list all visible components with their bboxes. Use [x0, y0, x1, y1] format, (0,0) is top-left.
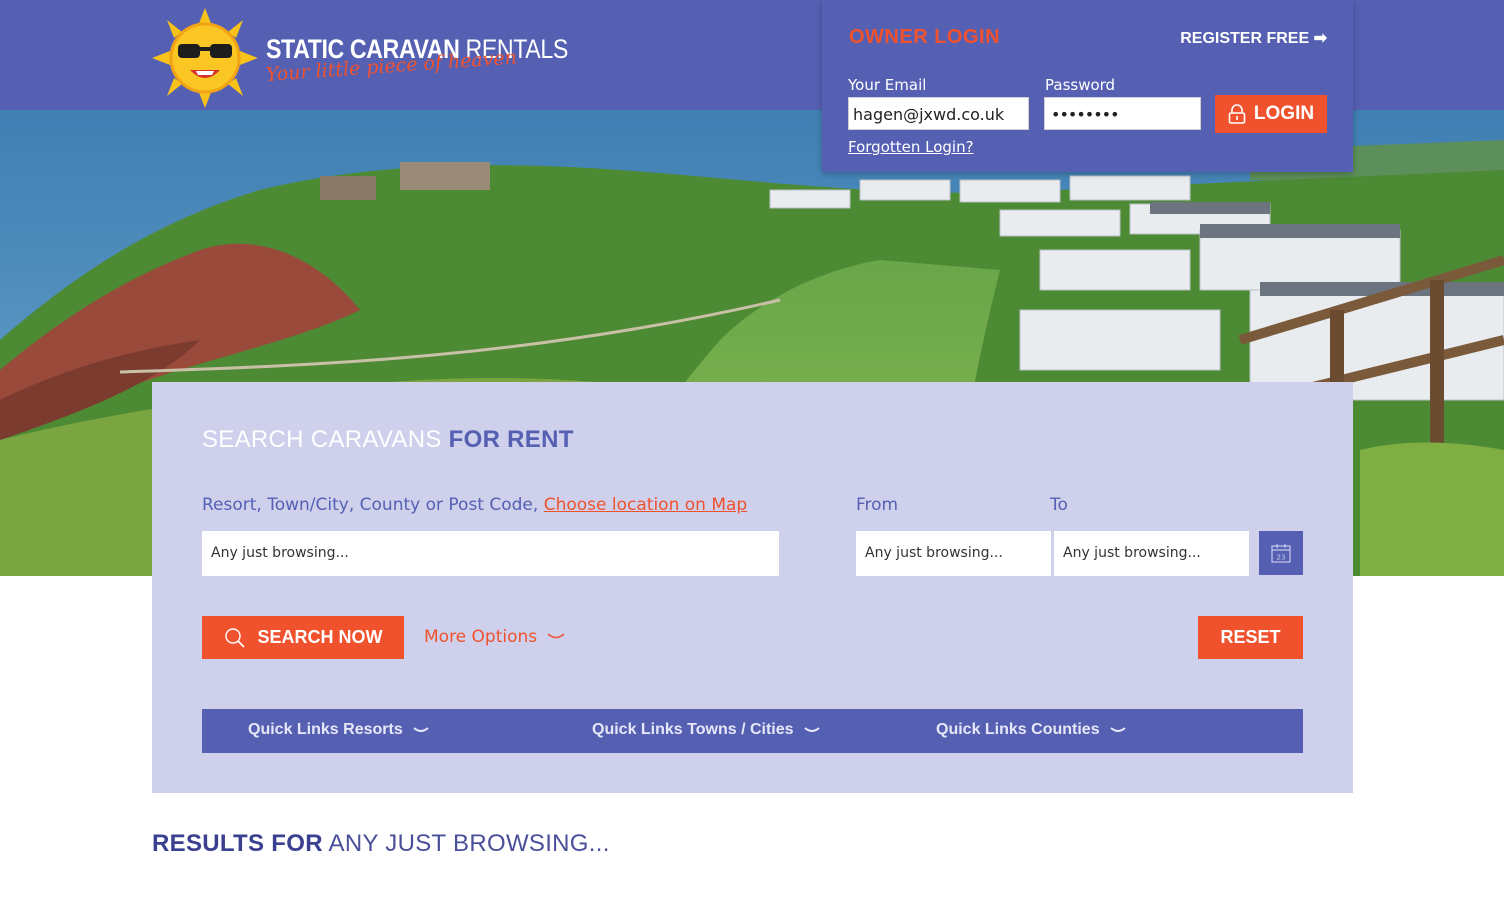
choose-location-map-link[interactable]: Choose location on Map	[544, 495, 747, 515]
chevron-down-icon	[413, 727, 429, 732]
search-panel: SEARCH CARAVANS FOR RENT Resort, Town/Ci…	[152, 382, 1353, 793]
from-label: From	[856, 495, 899, 515]
quick-links-towns-label: Quick Links Towns / Cities	[592, 721, 794, 738]
results-query: ANY JUST BROWSING...	[328, 830, 610, 857]
calendar-button[interactable]: 23	[1259, 531, 1303, 575]
lock-icon	[1228, 104, 1246, 124]
quick-links-bar: Quick Links Resorts Quick Links Towns / …	[202, 709, 1303, 753]
search-title: SEARCH CARAVANS FOR RENT	[202, 426, 574, 454]
quick-links-towns-cities[interactable]: Quick Links Towns / Cities	[592, 721, 820, 739]
calendar-day: 23	[1277, 554, 1286, 562]
owner-login-panel: OWNER LOGIN REGISTER FREE ➡ Your Email P…	[822, 0, 1353, 172]
register-free-link[interactable]: REGISTER FREE ➡	[1180, 28, 1327, 48]
to-label: To	[1050, 495, 1068, 515]
forgotten-login-link[interactable]: Forgotten Login?	[848, 138, 974, 156]
reset-button[interactable]: RESET	[1198, 616, 1303, 659]
page: STATIC CARAVAN RENTALS Your little piece…	[0, 0, 1504, 920]
results-prefix: RESULTS FOR	[152, 830, 323, 857]
search-icon	[224, 627, 245, 648]
email-field[interactable]: hagen@jxwd.co.uk	[848, 97, 1029, 130]
quick-links-counties[interactable]: Quick Links Counties	[936, 721, 1126, 739]
quick-links-counties-label: Quick Links Counties	[936, 721, 1100, 738]
chevron-down-icon	[547, 633, 565, 639]
login-button[interactable]: LOGIN	[1215, 95, 1327, 133]
quick-links-resorts[interactable]: Quick Links Resorts	[248, 721, 429, 739]
more-options-label: More Options	[424, 627, 538, 647]
search-title-accent: FOR RENT	[448, 426, 574, 453]
login-button-label: LOGIN	[1253, 103, 1315, 124]
password-field[interactable]: ••••••••	[1044, 97, 1201, 130]
sun-mascot-icon	[152, 8, 258, 108]
location-label: Resort, Town/City, County or Post Code, …	[202, 495, 747, 515]
from-date-input[interactable]: Any just browsing...	[856, 531, 1051, 576]
search-title-light: SEARCH CARAVANS	[202, 426, 442, 453]
email-label: Your Email	[848, 76, 927, 94]
location-label-text: Resort, Town/City, County or Post Code,	[202, 495, 539, 515]
chevron-down-icon	[1109, 727, 1126, 732]
site-logo[interactable]: STATIC CARAVAN RENTALS Your little piece…	[152, 8, 568, 108]
password-label: Password	[1045, 76, 1116, 94]
results-heading: RESULTS FOR ANY JUST BROWSING...	[152, 830, 610, 858]
calendar-icon: 23	[1271, 544, 1291, 563]
chevron-down-icon	[803, 727, 820, 732]
to-date-input[interactable]: Any just browsing...	[1054, 531, 1249, 576]
search-now-button[interactable]: SEARCH NOW	[202, 616, 404, 659]
location-input[interactable]: Any just browsing...	[202, 531, 779, 576]
search-now-label: SEARCH NOW	[257, 627, 383, 647]
quick-links-resorts-label: Quick Links Resorts	[248, 721, 403, 738]
more-options-toggle[interactable]: More Options	[424, 627, 565, 647]
owner-login-heading: OWNER LOGIN	[849, 26, 1001, 48]
